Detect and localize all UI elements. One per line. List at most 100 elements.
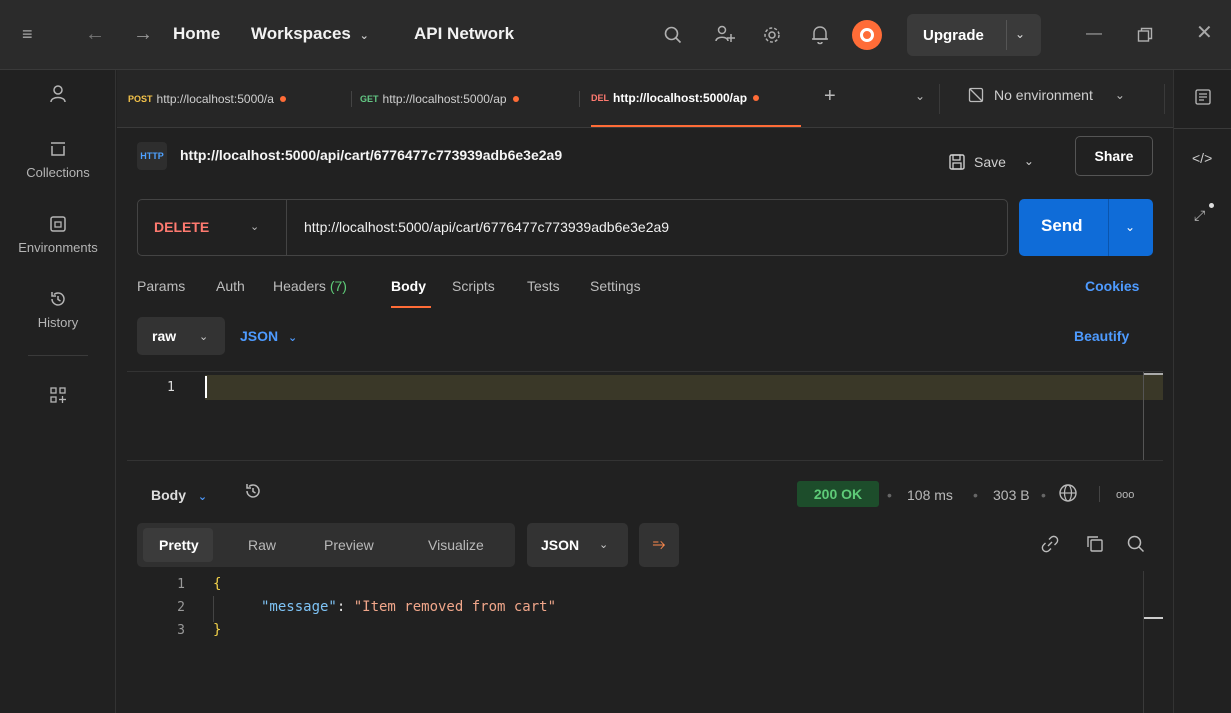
response-format-label: JSON: [541, 537, 580, 553]
chevron-down-icon[interactable]: ⌄: [1024, 154, 1034, 168]
json-line: "message": "Item removed from cart": [261, 599, 556, 615]
related-collections-icon[interactable]: ⤢: [1194, 207, 1205, 224]
response-format-select[interactable]: JSON ⌄: [527, 523, 628, 567]
nav-workspaces[interactable]: Workspaces ⌄: [251, 24, 369, 44]
sidebar-item-account[interactable]: [0, 84, 116, 107]
avatar[interactable]: [852, 20, 882, 50]
add-apps-icon: [50, 387, 66, 403]
tab-tests[interactable]: Tests: [527, 278, 560, 294]
response-time[interactable]: 108 ms: [907, 487, 953, 503]
tab-post-request[interactable]: POST http://localhost:5000/a: [128, 70, 286, 127]
divider: [28, 355, 88, 356]
restore-window-icon[interactable]: [1137, 27, 1153, 43]
minimize-icon[interactable]: —: [1086, 26, 1102, 42]
tab-scripts[interactable]: Scripts: [452, 278, 495, 294]
unsaved-dot: [279, 95, 286, 102]
json-value: "Item removed from cart": [353, 599, 557, 615]
response-section-label: Body: [151, 487, 186, 503]
method-select[interactable]: DELETE: [154, 219, 209, 235]
line-number: 3: [177, 623, 185, 638]
new-tab-plus-icon[interactable]: +: [824, 85, 836, 108]
divider: [1174, 128, 1231, 129]
tab-delete-request[interactable]: DEL http://localhost:5000/ap: [591, 70, 801, 127]
chevron-down-icon: ⌄: [288, 332, 298, 344]
send-label: Send: [1041, 216, 1083, 235]
save-button[interactable]: Save ⌄: [948, 136, 1034, 176]
environment-label: No environment: [994, 87, 1093, 103]
environment-selector[interactable]: No environment ⌄: [968, 87, 1125, 103]
back-arrow-icon[interactable]: ←: [85, 24, 105, 44]
active-tab-indicator: [391, 306, 431, 308]
json-close-brace: }: [213, 622, 222, 638]
notifications-bell-icon[interactable]: [811, 24, 829, 46]
copy-icon[interactable]: [1086, 535, 1104, 553]
upgrade-button[interactable]: Upgrade ⌄: [907, 14, 1041, 56]
hamburger-menu-icon[interactable]: ≡: [22, 25, 33, 43]
sidebar-item-add-workbench[interactable]: [0, 386, 116, 407]
link-icon[interactable]: [1041, 535, 1059, 553]
sidebar-item-collections[interactable]: Collections: [0, 140, 116, 180]
chevron-down-icon[interactable]: ⌄: [1015, 27, 1025, 41]
more-options-icon[interactable]: ooo: [1116, 489, 1134, 501]
wrap-lines-icon[interactable]: ⥱: [639, 523, 679, 567]
url-input[interactable]: http://localhost:5000/api/cart/6776477c7…: [304, 219, 669, 235]
tab-settings[interactable]: Settings: [590, 278, 641, 294]
response-scrollbar-thumb[interactable]: [1144, 617, 1163, 619]
editor-scrollbar-track[interactable]: [1143, 372, 1144, 460]
tab-get-request[interactable]: GET http://localhost:5000/ap: [360, 70, 519, 127]
response-scrollbar-track[interactable]: [1143, 571, 1144, 713]
environment-quick-look-icon[interactable]: [1194, 88, 1212, 106]
tabs-dropdown-chevron-icon[interactable]: ⌄: [915, 89, 925, 103]
response-body-select[interactable]: Body ⌄: [151, 487, 207, 503]
tab-headers[interactable]: Headers (7): [273, 278, 347, 294]
nav-home[interactable]: Home: [173, 24, 220, 44]
upgrade-label: Upgrade: [923, 27, 984, 44]
beautify-button[interactable]: Beautify: [1074, 328, 1129, 344]
editor-scrollbar-thumb[interactable]: [1144, 373, 1163, 375]
close-window-icon[interactable]: ✕: [1196, 23, 1213, 43]
tab-url: http://localhost:5000/ap: [382, 91, 507, 106]
nav-api-network[interactable]: API Network: [414, 24, 514, 44]
sidebar-item-environments[interactable]: Environments: [0, 215, 116, 255]
globe-icon[interactable]: [1058, 483, 1078, 503]
tab-auth[interactable]: Auth: [216, 278, 245, 294]
code-icon[interactable]: </>: [1192, 150, 1212, 166]
tab-raw[interactable]: Raw: [248, 537, 276, 553]
response-size[interactable]: 303 B: [993, 487, 1030, 503]
request-body-editor[interactable]: 1: [127, 371, 1163, 461]
sidebar-item-history[interactable]: History: [0, 290, 116, 330]
history-icon[interactable]: [244, 482, 262, 500]
body-language-select[interactable]: JSON ⌄: [240, 328, 297, 344]
invite-user-icon[interactable]: [714, 24, 736, 46]
chevron-down-icon[interactable]: ⌄: [1125, 220, 1135, 234]
indent-guide: [213, 596, 214, 622]
request-title[interactable]: http://localhost:5000/api/cart/6776477c7…: [180, 147, 562, 163]
tab-visualize[interactable]: Visualize: [428, 537, 484, 553]
json-colon: :: [336, 599, 354, 615]
forward-arrow-icon[interactable]: →: [133, 24, 153, 44]
body-mode-select[interactable]: raw ⌄: [137, 317, 225, 355]
search-icon[interactable]: [664, 26, 682, 44]
cookies-link[interactable]: Cookies: [1085, 278, 1139, 294]
divider: [579, 91, 580, 107]
tab-preview[interactable]: Preview: [324, 537, 374, 553]
body-mode-label: raw: [152, 328, 177, 344]
tab-url: http://localhost:5000/a: [156, 91, 274, 106]
method-tag: DEL: [591, 92, 609, 103]
chevron-down-icon: ⌄: [599, 539, 609, 551]
tab-params[interactable]: Params: [137, 278, 185, 294]
tab-url: http://localhost:5000/ap: [613, 90, 748, 105]
tab-pretty[interactable]: Pretty: [159, 537, 199, 553]
line-number: 2: [177, 600, 185, 615]
tab-body[interactable]: Body: [391, 278, 426, 294]
status-badge[interactable]: 200 OK: [797, 481, 879, 507]
sidebar-item-label: Environments: [18, 240, 98, 255]
request-tabs-bar: POST http://localhost:5000/a GET http://…: [117, 70, 1173, 128]
search-icon[interactable]: [1127, 535, 1145, 553]
send-button[interactable]: Send ⌄: [1019, 199, 1153, 256]
share-button[interactable]: Share: [1075, 136, 1153, 176]
nav-workspaces-label: Workspaces: [251, 24, 351, 43]
method-tag: POST: [128, 93, 153, 104]
chevron-down-icon[interactable]: ⌄: [250, 220, 259, 233]
gear-icon[interactable]: [762, 25, 782, 45]
